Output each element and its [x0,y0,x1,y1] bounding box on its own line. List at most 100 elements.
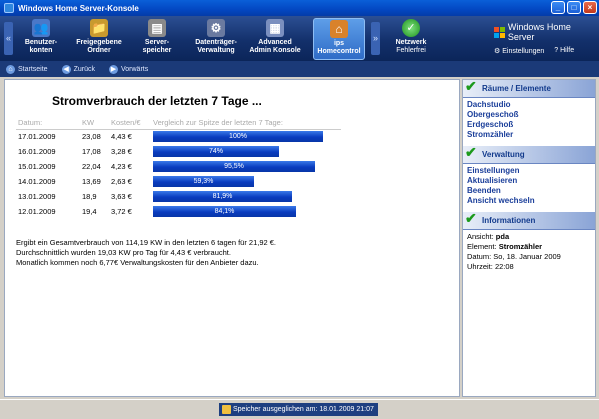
toolbar-item-server-storage[interactable]: ▤ Server-speicher [131,18,183,60]
exit-action-link[interactable]: Beenden [467,186,591,196]
room-link-obergeschoss[interactable]: Obergeschoß [467,110,591,120]
table-row: 15.01.2009 22,04 4,23 € 95,5% [16,159,341,174]
storage-status-text: Speicher ausgeglichen am: 18.01.2009 21:… [233,406,374,413]
toolbar-item-label: Datenträger- [195,39,237,46]
toolbar-item-gear[interactable]: ⚙ Datenträger- Verwaltung [190,18,242,60]
percentage-bar: 81,9% [153,191,292,202]
toolbar-item-label: konten [29,47,53,54]
checkmark-icon: ✔ [465,210,477,226]
percentage-bar: 59,3% [153,176,254,187]
cell-kw: 22,04 [82,162,101,171]
toolbar-scroll-right-button[interactable]: » [371,22,380,55]
toolbar-item-users[interactable]: 👥 Benutzer-konten [15,18,67,60]
help-link[interactable]: ? Hilfe [554,47,574,55]
info-date: Datum: So, 18. Januar 2009 [467,252,591,262]
toolbar-item-label: ips [333,40,345,47]
info-view-value: pda [495,232,510,241]
app-icon [4,3,14,13]
toolbar-item-label: Advanced [258,39,292,46]
room-link-erdgeschoss[interactable]: Erdgeschoß [467,120,591,130]
cell-cost: 3,63 € [111,192,132,201]
cell-kw: 17,08 [82,147,101,156]
close-button[interactable]: × [583,1,597,14]
toolbar-scroll-left-button[interactable]: « [4,22,13,55]
cell-cost: 3,28 € [111,147,132,156]
home-link[interactable]: ⌂ Startseite [6,64,48,74]
summary-text: Ergibt ein Gesamtverbrauch von 114,19 KW… [16,238,276,268]
info-element-value: Stromzähler [498,242,543,251]
cell-date: 14.01.2009 [18,177,56,186]
table-row: 13.01.2009 18,9 3,63 € 81,9% [16,189,341,204]
admin-section-header[interactable]: ✔ Verwaltung [463,144,595,164]
info-view-label: Ansicht: [467,232,494,241]
percentage-bar: 100% [153,131,323,143]
settings-link[interactable]: ⚙ Einstellungen [494,47,544,55]
window-title: Windows Home Server-Konsole [18,3,139,13]
maximize-button[interactable]: □ [567,1,581,14]
header-date: Datum: [16,117,80,130]
header-comparison: Vergleich zur Spitze der letzten 7 Tage: [151,117,341,130]
toolbar-item-shared-folders[interactable]: 📁 Freigegebene Ordner [73,18,125,60]
cell-comparison: 84,1% [151,204,341,219]
help-label: Hilfe [560,47,575,54]
cell-date: 15.01.2009 [18,162,56,171]
info-section-header[interactable]: ✔ Informationen [463,210,595,230]
rooms-section: ✔ Räume / Elemente Dachstudio Obergescho… [463,78,595,144]
room-link-stromzaehler[interactable]: Stromzähler [467,130,591,140]
info-section-title: Informationen [482,216,536,225]
refresh-action-link[interactable]: Aktualisieren [467,176,591,186]
percentage-bar: 95,5% [153,161,315,172]
users-icon: 👥 [32,19,50,37]
admin-section: ✔ Verwaltung Einstellungen Aktualisieren… [463,144,595,210]
checkmark-icon: ✔ [465,144,477,160]
room-link-dachstudio[interactable]: Dachstudio [467,100,591,110]
storage-icon [222,405,231,414]
cell-kw: 18,9 [82,192,97,201]
cell-cost: 4,43 € [111,132,132,142]
summary-line: Ergibt ein Gesamtverbrauch von 114,19 KW… [16,238,277,247]
settings-action-link[interactable]: Einstellungen [467,166,591,176]
settings-label: Einstellungen [502,48,545,55]
back-link[interactable]: ◀ Zurück [61,64,95,74]
cell-comparison: 59,3% [151,174,341,189]
admin-console-icon: ▦ [266,19,284,37]
info-time-value: 22:08 [494,262,514,271]
home-icon: ⌂ [6,64,15,74]
navigation-bar: ⌂ Startseite ◀ Zurück ▶ Vorwärts [0,61,599,77]
cell-kw: 19,4 [82,207,97,216]
cell-comparison: 100% [151,129,341,144]
summary-line: Monatlich kommen noch 6,77€ Verwaltungsk… [16,258,259,267]
cell-cost: 2,63 € [111,177,132,186]
server-storage-icon: ▤ [148,19,166,37]
info-section: ✔ Informationen Ansicht: pda Element: St… [463,210,595,274]
info-date-label: Datum: [467,252,492,261]
toolbar-item-home[interactable]: ⌂ ips Homecontrol [313,18,365,60]
toolbar-item-admin-console[interactable]: ▦ Advanced Admin Konsole [249,18,301,60]
title-bar: Windows Home Server-Konsole _ □ × [0,0,599,16]
info-date-value: So, 18. Januar 2009 [493,252,561,261]
info-view: Ansicht: pda [467,232,591,242]
minimize-button[interactable]: _ [551,1,565,14]
toolbar-item-label: Admin Konsole [249,47,301,54]
forward-link[interactable]: ▶ Vorwärts [108,64,148,74]
cell-cost: 4,23 € [111,162,132,171]
table-row: 12.01.2009 19,4 3,72 € 84,1% [16,204,341,219]
cell-comparison: 95,5% [151,159,341,174]
settings-icon: ⚙ [494,48,503,55]
network-label: Netzwerk [395,39,427,46]
cell-date: 13.01.2009 [18,192,56,201]
cell-date: 16.01.2009 [18,147,56,156]
info-element-label: Element: [467,242,497,251]
content-panel: Stromverbrauch der letzten 7 Tage ... Da… [4,79,460,397]
info-element: Element: Stromzähler [467,242,591,252]
rooms-section-header[interactable]: ✔ Räume / Elemente [463,78,595,98]
checkmark-icon: ✔ [465,78,477,94]
network-status[interactable]: ✓ Netzwerk Fehlerfrei [383,18,439,55]
info-time: Uhrzeit: 22:08 [467,262,591,272]
toolbar-item-label: Verwaltung [197,47,235,54]
percentage-bar: 74% [153,146,279,157]
toolbar-item-label: speicher [142,47,172,54]
cell-cost: 3,72 € [111,207,132,216]
switch-view-action-link[interactable]: Ansicht wechseln [467,196,591,206]
cell-kw: 13,69 [82,177,101,186]
